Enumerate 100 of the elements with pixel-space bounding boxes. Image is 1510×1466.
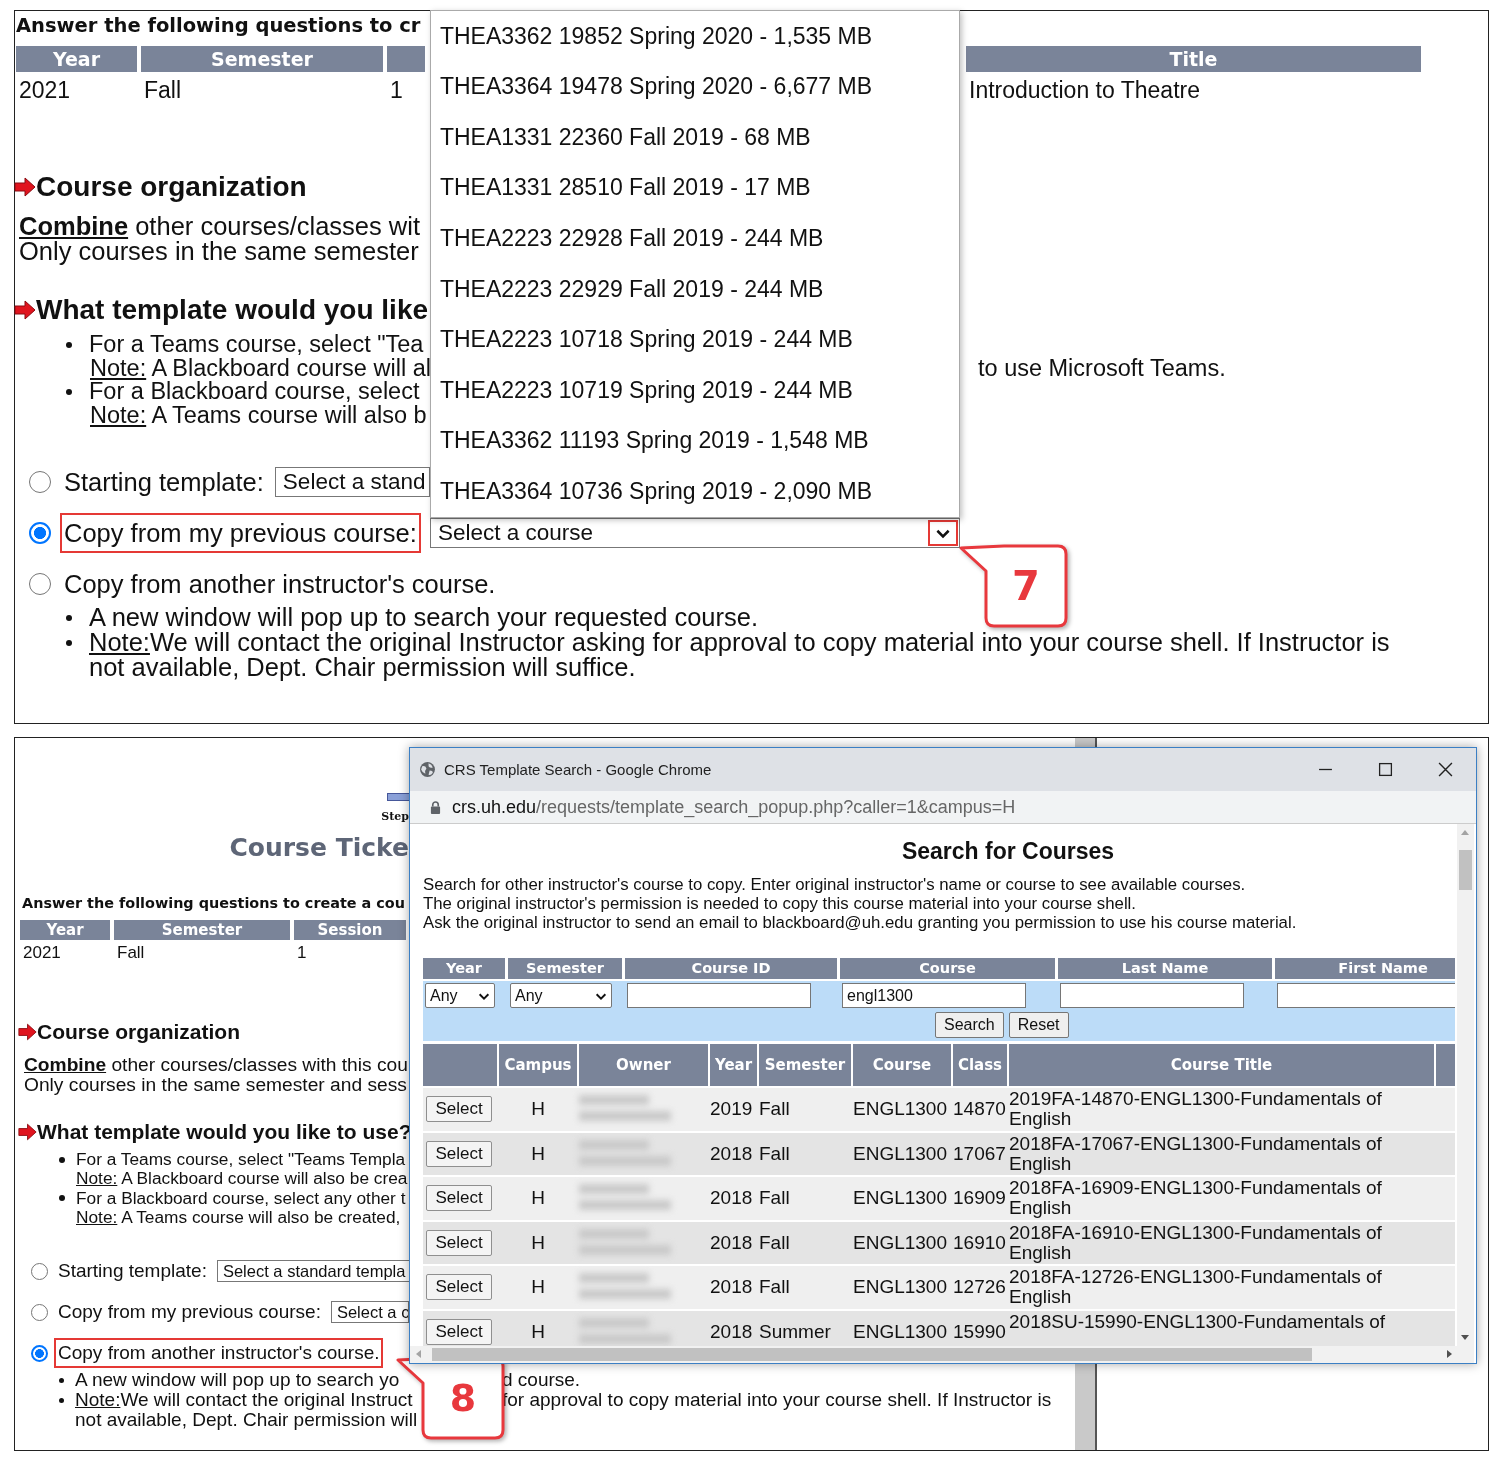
form-button[interactable]: Reset <box>1008 1012 1069 1038</box>
form-button[interactable]: Search <box>935 1012 1004 1038</box>
table-cell-text: Introduction to Theatre <box>968 78 1201 102</box>
select-button[interactable]: Select <box>426 1318 492 1345</box>
dropdown-option[interactable]: THEA1331 28510 Fall 2019 - 17 MB <box>430 162 959 214</box>
input-field[interactable]: engl1300 <box>842 983 1026 1008</box>
vertical-scrollbar[interactable] <box>1457 824 1474 1346</box>
select-button[interactable]: Select <box>426 1096 492 1123</box>
info-text: Only courses in the same semester <box>19 239 419 264</box>
column-header: Year <box>20 920 110 940</box>
scrollbar-track <box>1075 738 1097 747</box>
column-header: Year <box>16 46 137 72</box>
dropdown-option[interactable]: THEA1331 22360 Fall 2019 - 68 MB <box>430 112 959 163</box>
table-cell-text: Fall <box>759 1275 791 1300</box>
popup-heading: Search for Courses <box>900 838 1116 864</box>
radio-button[interactable] <box>31 1262 48 1280</box>
bullet-icon <box>66 614 72 621</box>
column-header: Campus <box>499 1044 577 1086</box>
table-cell-text: 15990 <box>953 1319 1007 1344</box>
table-cell-text: 2018FA-16909-ENGL1300-Fundamentals of English <box>1009 1177 1383 1220</box>
close-icon[interactable] <box>1438 762 1453 777</box>
select-button[interactable]: Select <box>426 1185 492 1212</box>
combine-link[interactable]: Combine <box>19 212 129 240</box>
instructions-heading: Answer the following questions to cr <box>16 15 421 37</box>
column-header: Semester <box>114 920 290 940</box>
radio-button[interactable] <box>29 470 51 493</box>
arrow-right-icon <box>14 300 36 320</box>
dropdown-option[interactable]: THEA3364 10736 Spring 2019 - 2,090 MB <box>430 466 959 517</box>
section-heading: What template would you like <box>36 295 429 325</box>
bullet-icon <box>66 341 72 348</box>
horizontal-scrollbar[interactable] <box>410 1346 1474 1363</box>
input-field[interactable] <box>1277 983 1455 1008</box>
arrow-right-icon <box>18 1023 37 1041</box>
dropdown-option[interactable]: THEA3364 19478 Spring 2020 - 6,677 MB <box>430 61 959 113</box>
column-header: First Name <box>1275 958 1455 979</box>
option-label: Copy from another instructor's course. <box>63 568 497 600</box>
radio-button[interactable] <box>31 1344 48 1362</box>
table-cell-text: 2018FA-17067-ENGL1300-Fundamentals of English <box>1009 1132 1383 1175</box>
input-field[interactable] <box>1060 983 1244 1008</box>
table-cell-text: Fall <box>116 943 146 963</box>
bullet-icon <box>66 639 72 646</box>
table-cell-text: Fall <box>759 1097 791 1122</box>
course-select[interactable]: Select a standard templa <box>216 1260 411 1283</box>
table-cell-text: H <box>530 1186 546 1211</box>
note-text: to use Microsoft Teams. <box>978 356 1226 381</box>
table-cell-text: 2018 <box>710 1230 754 1255</box>
table-cell-text: 2018 <box>710 1319 754 1344</box>
table-cell-text: ENGL1300 <box>853 1319 948 1344</box>
dropdown-option[interactable]: THEA2223 10718 Spring 2019 - 244 MB <box>430 314 959 366</box>
bullet-text: For a Teams course, select "Tea <box>89 333 424 357</box>
select-button[interactable]: Select <box>426 1140 492 1167</box>
table-cell-text: 2018FA-12726-ENGL1300-Fundamentals of English <box>1009 1266 1383 1309</box>
dropdown-option[interactable]: THEA3362 11193 Spring 2019 - 1,548 MB <box>430 415 959 467</box>
combine-text: Combine other courses/classes wit <box>19 214 421 239</box>
bullet-text: A new window will pop up to search your requested course. <box>89 604 760 630</box>
dropdown-option[interactable]: THEA2223 10719 Spring 2019 - 244 MB <box>430 365 959 416</box>
radio-button[interactable] <box>31 1303 48 1321</box>
dropdown-option[interactable]: THEA2223 22929 Fall 2019 - 244 MB <box>430 263 959 315</box>
bullet-text: A new window will pop up to search yo <box>75 1369 400 1391</box>
page-title: Course Ticke <box>229 833 409 863</box>
table-cell-text: H <box>530 1230 546 1255</box>
select-button[interactable]: Select <box>426 1274 492 1301</box>
table-cell-text: ENGL1300 <box>853 1275 948 1300</box>
radio-button[interactable] <box>29 572 51 595</box>
maximize-icon[interactable] <box>1378 762 1393 777</box>
select-button[interactable]: Select <box>426 1229 492 1256</box>
bullet-icon <box>59 1378 64 1384</box>
description-text: Ask the original instructor to send an email to blackboard@uh.edu granting you permission to use his course material. <box>423 913 1298 932</box>
bullet-text: For a Blackboard course, select any other t <box>76 1188 406 1208</box>
section-heading: What template would you like to use? <box>37 1120 412 1144</box>
course-select[interactable]: Select a course <box>429 517 960 548</box>
input-field[interactable] <box>627 983 811 1008</box>
column-header: Course ID <box>625 958 837 979</box>
column-header: Session <box>294 920 406 940</box>
radio-button[interactable] <box>29 521 51 544</box>
column-header: Year <box>423 958 505 979</box>
course-select[interactable]: Select a stand <box>274 466 430 497</box>
table-cell-text: Fall <box>143 78 183 102</box>
window-title: CRS Template Search - Google Chrome <box>444 761 712 778</box>
bullet-icon <box>59 1195 65 1202</box>
table-cell-text: Summer <box>759 1319 832 1344</box>
table-cell-text: H <box>530 1141 546 1166</box>
table-cell-text: ENGL1300 <box>853 1186 948 1211</box>
arrow-right-icon <box>14 177 36 197</box>
filter-select[interactable]: Any <box>425 983 495 1008</box>
chevron-down-icon[interactable] <box>927 519 958 546</box>
dropdown-option[interactable]: THEA2223 22928 Fall 2019 - 244 MB <box>430 213 959 264</box>
dropdown-option[interactable]: THEA3362 19852 Spring 2020 - 1,535 MB <box>430 10 959 62</box>
column-header: Course Title <box>1009 1044 1434 1086</box>
combine-link[interactable]: Combine <box>24 1054 107 1075</box>
table-cell-text: 16909 <box>953 1186 1007 1211</box>
table-cell-text: Fall <box>759 1186 791 1211</box>
table-cell-text: ENGL1300 <box>853 1230 948 1255</box>
table-cell-text: 2018FA-16910-ENGL1300-Fundamentals of English <box>1009 1221 1383 1264</box>
note-text: Note: A Teams course will also b <box>90 404 428 428</box>
option-label: Starting template: <box>57 1259 208 1284</box>
table-cell-text: Fall <box>759 1230 791 1255</box>
bullet-icon <box>59 1156 65 1163</box>
filter-select[interactable]: Any <box>510 983 612 1008</box>
note-text: Note: A Blackboard course will al <box>90 356 432 381</box>
